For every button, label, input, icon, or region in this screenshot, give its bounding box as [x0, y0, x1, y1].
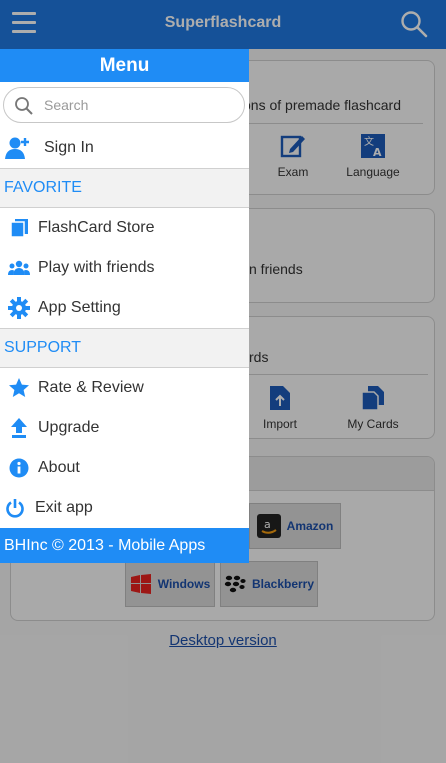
cards-icon: [4, 218, 34, 238]
power-icon: [3, 498, 27, 518]
menu-item-label: Play with friends: [38, 259, 155, 276]
upload-arrow-icon: [4, 417, 34, 439]
menu-item-rate-review[interactable]: Rate & Review: [0, 368, 249, 408]
search-icon: [15, 97, 33, 115]
menu-item-label: Upgrade: [38, 419, 100, 436]
menu-item-label: App Setting: [38, 299, 121, 316]
menu-item-about[interactable]: About: [0, 448, 249, 488]
group-icon: [4, 260, 34, 276]
favorite-section-header: FAVORITE: [0, 168, 249, 208]
menu-item-exit-app[interactable]: Exit app: [0, 488, 249, 528]
menu-item-label: About: [38, 459, 80, 476]
menu-item-app-setting[interactable]: App Setting: [0, 288, 249, 328]
menu-item-play-with-friends[interactable]: Play with friends: [0, 248, 249, 288]
support-section-header: SUPPORT: [0, 328, 249, 368]
gear-icon: [4, 297, 34, 319]
user-add-icon: [4, 136, 34, 160]
menu-item-label: FlashCard Store: [38, 219, 155, 236]
menu-footer: BHInc © 2013 - Mobile Apps: [0, 528, 249, 563]
star-icon: [4, 377, 34, 399]
menu-title: Menu: [0, 49, 249, 82]
sign-in-label: Sign In: [44, 139, 94, 156]
menu-item-flashcard-store[interactable]: FlashCard Store: [0, 208, 249, 248]
menu-item-upgrade[interactable]: Upgrade: [0, 408, 249, 448]
menu-item-label: Exit app: [35, 499, 93, 516]
menu-search: [3, 87, 245, 123]
search-input[interactable]: [44, 94, 234, 116]
menu-item-label: Rate & Review: [38, 379, 144, 396]
side-menu: Menu Sign In FAVORITE FlashCard Store: [0, 49, 249, 563]
sign-in-item[interactable]: Sign In: [0, 128, 249, 168]
info-icon: [4, 458, 34, 478]
